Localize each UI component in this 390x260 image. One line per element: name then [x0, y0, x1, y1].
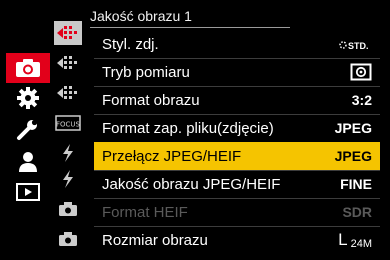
menu-item-jpeg-heif-quality[interactable]: Jakość obrazu JPEG/HEIF FINE — [94, 170, 380, 199]
playback-icon — [16, 183, 40, 201]
menu-item-photo-style[interactable]: Styl. zdj. STD. — [94, 30, 380, 59]
page-title: Jakość obrazu 1 — [90, 8, 192, 24]
picture-size-value: L 24M — [338, 230, 372, 250]
page-1-icon — [57, 26, 77, 39]
tab-page-3[interactable] — [54, 81, 82, 105]
menu-screen: Jakość obrazu 1 FOCUS Styl. zdj. STD. Tr… — [0, 0, 390, 260]
menu-item-label: Styl. zdj. — [102, 35, 159, 53]
menu-item-label: Format obrazu — [102, 91, 200, 109]
camera-small-icon — [59, 202, 77, 216]
menu-item-picture-size[interactable]: Rozmiar obrazu L 24M — [94, 226, 380, 254]
menu-item-heif-format: Format HEIF SDR — [94, 198, 380, 227]
menu-header: Jakość obrazu 1 — [90, 5, 380, 29]
menu-item-label: Rozmiar obrazu — [102, 231, 208, 249]
gear-icon — [17, 87, 39, 109]
person-icon — [19, 152, 37, 172]
tab-flash-2[interactable] — [54, 167, 82, 191]
tab-flash-1[interactable] — [54, 141, 82, 165]
focus-icon: FOCUS — [55, 115, 81, 131]
picture-size-letter: L — [338, 230, 348, 249]
menu-item-value: SDR — [342, 204, 372, 220]
menu-item-value: FINE — [340, 176, 372, 192]
tab-playback[interactable] — [6, 177, 50, 207]
menu-item-value: JPEG — [334, 148, 372, 164]
wrench-icon — [17, 119, 38, 140]
menu-list: Styl. zdj. STD. Tryb pomiaru Format obra… — [90, 30, 385, 258]
tab-page-1[interactable] — [54, 21, 82, 45]
picture-size-megapixels: 24M — [350, 238, 372, 250]
metering-icon — [350, 63, 372, 81]
photo-style-std-icon: STD. — [338, 36, 372, 52]
photo-style-value: STD. — [348, 41, 369, 51]
tab-photo[interactable] — [6, 53, 50, 83]
camera-small-icon — [59, 232, 77, 246]
menu-item-file-format[interactable]: Format zap. pliku(zdjęcie) JPEG — [94, 114, 380, 143]
camera-icon — [16, 59, 40, 77]
menu-item-label: Tryb pomiaru — [102, 63, 190, 81]
tab-focus[interactable]: FOCUS — [54, 111, 82, 135]
menu-item-aspect-ratio[interactable]: Format obrazu 3:2 — [94, 86, 380, 115]
menu-item-value: JPEG — [334, 120, 372, 136]
menu-item-value: 3:2 — [351, 92, 372, 108]
page-2-icon — [57, 56, 77, 69]
menu-item-jpeg-heif-switch[interactable]: Przełącz JPEG/HEIF JPEG — [94, 142, 380, 171]
flash-icon — [63, 170, 73, 188]
tab-camera-1[interactable] — [54, 197, 82, 221]
header-divider — [90, 27, 290, 28]
tab-page-2[interactable] — [54, 51, 82, 75]
page-3-icon — [57, 86, 77, 99]
menu-item-label: Format HEIF — [102, 203, 188, 221]
menu-item-label: Przełącz JPEG/HEIF — [102, 147, 242, 165]
flash-icon — [63, 144, 73, 162]
tab-custom[interactable] — [6, 83, 50, 113]
tab-setup[interactable] — [6, 115, 50, 145]
tab-camera-2[interactable] — [54, 227, 82, 251]
tab-bar: FOCUS — [0, 21, 90, 260]
menu-item-metering-mode[interactable]: Tryb pomiaru — [94, 58, 380, 87]
menu-item-label: Jakość obrazu JPEG/HEIF — [102, 175, 281, 193]
focus-label: FOCUS — [56, 121, 81, 129]
menu-item-label: Format zap. pliku(zdjęcie) — [102, 119, 274, 137]
tab-my-menu[interactable] — [6, 147, 50, 177]
